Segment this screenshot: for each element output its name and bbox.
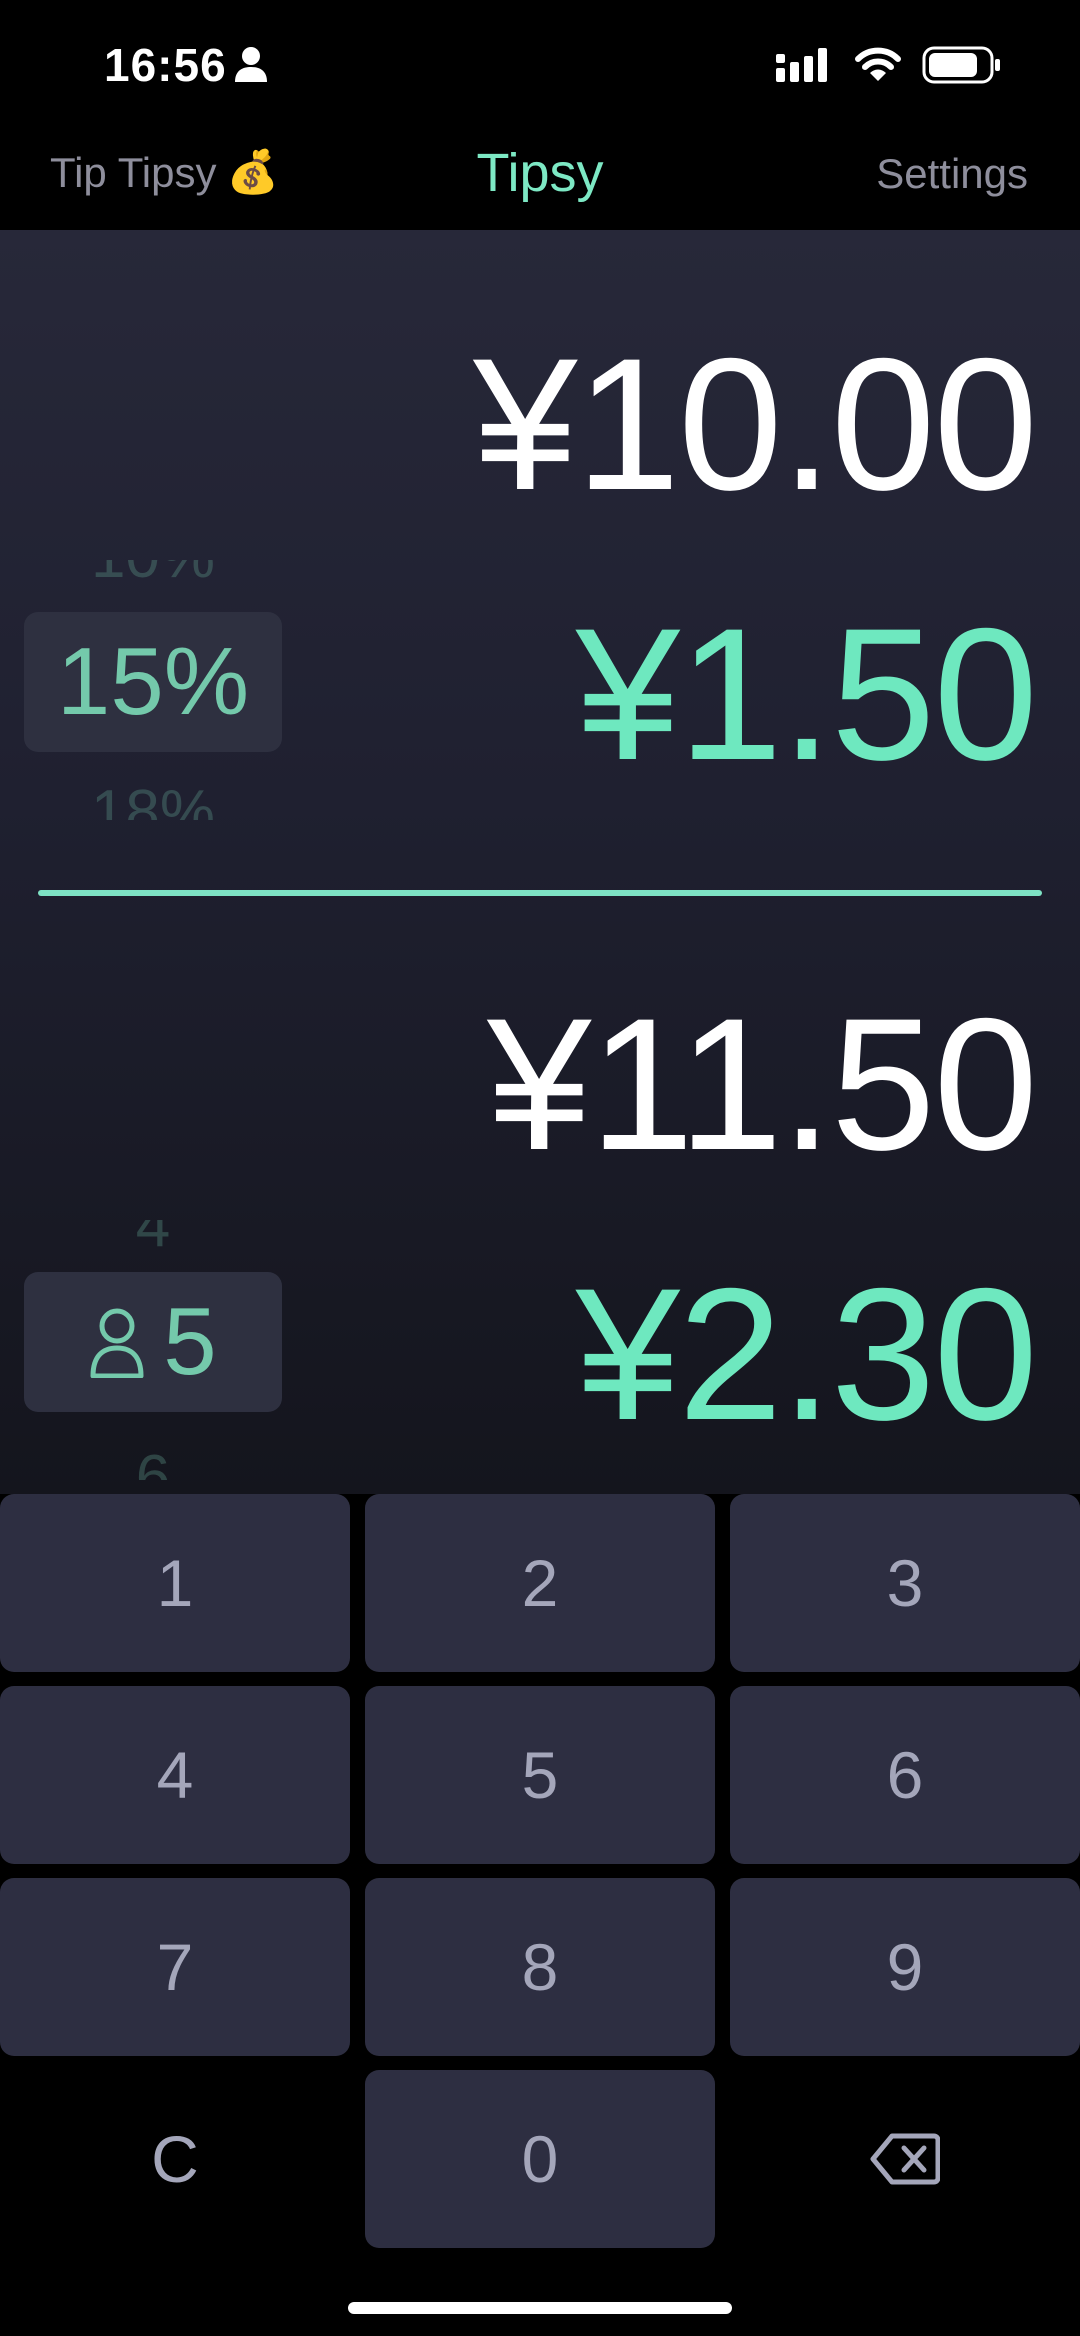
backspace-button[interactable] — [730, 2070, 1080, 2248]
status-indicators — [776, 40, 1002, 90]
tip-option-next[interactable]: 18% — [24, 782, 282, 820]
person-status-icon — [235, 47, 267, 82]
calculator-display: ¥10.00 10% 15% 18% ¥1.50 ¥11.50 4 5 6 ¥2… — [0, 230, 1080, 1494]
people-option-previous[interactable]: 4 — [24, 1220, 282, 1258]
total-amount: ¥11.50 — [486, 979, 1038, 1189]
battery-icon — [922, 46, 1000, 84]
people-option-next[interactable]: 6 — [24, 1442, 282, 1480]
key-5[interactable]: 5 — [365, 1686, 715, 1864]
people-count: 5 — [163, 1288, 217, 1395]
key-0[interactable]: 0 — [365, 2070, 715, 2248]
key-3[interactable]: 3 — [730, 1494, 1080, 1672]
divider — [38, 890, 1042, 896]
tip-option-previous[interactable]: 10% — [24, 560, 282, 598]
tip-option-selected[interactable]: 15% — [24, 612, 282, 752]
key-8[interactable]: 8 — [365, 1878, 715, 2056]
key-2[interactable]: 2 — [365, 1494, 715, 1672]
keypad: 1 2 3 4 5 6 7 8 9 C 0 — [0, 1494, 1080, 2336]
tip-percent-picker[interactable]: 10% 15% 18% — [24, 560, 282, 830]
key-9[interactable]: 9 — [730, 1878, 1080, 2056]
status-time: 16:56 — [104, 39, 227, 91]
backspace-icon — [870, 2133, 940, 2185]
split-people-picker[interactable]: 4 5 6 — [24, 1220, 282, 1490]
people-option-selected[interactable]: 5 — [24, 1272, 282, 1412]
home-indicator — [348, 2302, 732, 2314]
key-6[interactable]: 6 — [730, 1686, 1080, 1864]
settings-button[interactable]: Settings — [876, 150, 1028, 198]
key-4[interactable]: 4 — [0, 1686, 350, 1864]
tip-amount: ¥1.50 — [575, 589, 1038, 799]
key-1[interactable]: 1 — [0, 1494, 350, 1672]
status-bar: 16:56 — [0, 0, 1080, 130]
bill-amount: ¥10.00 — [472, 319, 1038, 529]
cellular-signal-icon — [776, 48, 827, 82]
wifi-icon — [855, 47, 901, 81]
clear-button[interactable]: C — [0, 2070, 350, 2248]
per-person-amount: ¥2.30 — [575, 1249, 1038, 1459]
person-icon — [90, 1308, 144, 1378]
key-7[interactable]: 7 — [0, 1878, 350, 2056]
navigation-bar: Tip Tipsy 💰 Tipsy Settings — [0, 130, 1080, 230]
